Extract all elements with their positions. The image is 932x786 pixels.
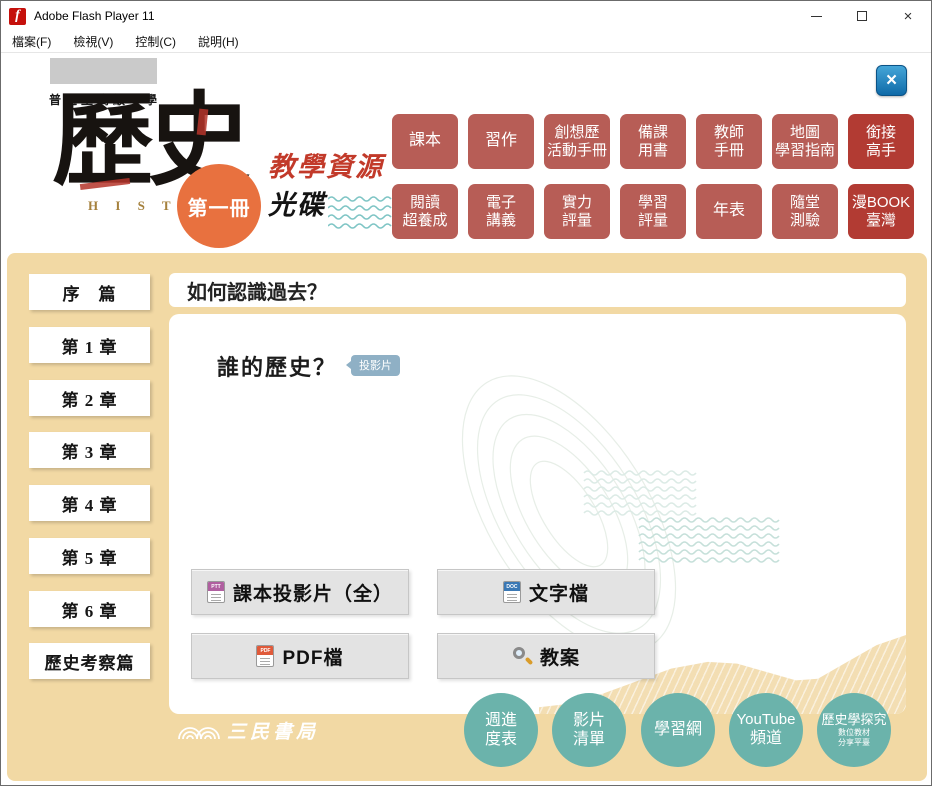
sidebar-item-chapter-3[interactable]: 第 3 章 bbox=[29, 432, 150, 468]
button-lesson-plan[interactable]: 教案 bbox=[437, 633, 655, 679]
volume-badge: 第一冊 bbox=[177, 164, 261, 248]
close-icon: × bbox=[903, 7, 913, 25]
content-panel: 誰的歷史？ 投影片 PTT 課本投影片（全） DOC 文字檔 PDF PDF檔 … bbox=[169, 314, 906, 714]
redacted-area bbox=[50, 58, 157, 84]
sidebar-item-chapter-1[interactable]: 第 1 章 bbox=[29, 327, 150, 363]
button-learning-assessment[interactable]: 學習 評量 bbox=[620, 184, 686, 239]
menu-control[interactable]: 控制(C) bbox=[124, 33, 187, 50]
resource-button-grid: 課本 習作 創想歷 活動手冊 備課 用書 教師 手冊 地圖 學習指南 銜接 高手 閱讀 超養… bbox=[392, 114, 914, 239]
maximize-icon bbox=[857, 11, 867, 21]
magnifier-icon bbox=[512, 646, 534, 666]
sidebar-item-intro[interactable]: 序 篇 bbox=[29, 274, 150, 310]
window-controls: × bbox=[793, 1, 931, 31]
minimize-icon bbox=[810, 15, 822, 17]
sidebar-item-chapter-6[interactable]: 第 6 章 bbox=[29, 591, 150, 627]
button-pdf-file[interactable]: PDF PDF檔 bbox=[191, 633, 409, 679]
button-textbook[interactable]: 課本 bbox=[392, 114, 458, 169]
menu-file[interactable]: 檔案(F) bbox=[1, 33, 62, 50]
maximize-button[interactable] bbox=[839, 1, 885, 31]
flash-player-window: f Adobe Flash Player 11 × 檔案(F) 檢視(V) 控制… bbox=[0, 0, 932, 786]
minimize-button[interactable] bbox=[793, 1, 839, 31]
link-history-inquiry-platform[interactable]: 歷史學探究 數位教材 分享平臺 bbox=[817, 693, 891, 767]
section-title: 如何認識過去？ bbox=[169, 273, 906, 307]
doc-file-icon: DOC bbox=[502, 581, 521, 603]
app-close-button[interactable]: × bbox=[876, 65, 907, 96]
sidebar-item-chapter-4[interactable]: 第 4 章 bbox=[29, 485, 150, 521]
publisher-arches-icon bbox=[178, 727, 220, 740]
button-quiz[interactable]: 隨堂 測驗 bbox=[772, 184, 838, 239]
sidebar-item-field-study[interactable]: 歷史考察篇 bbox=[29, 643, 150, 679]
button-text-file[interactable]: DOC 文字檔 bbox=[437, 569, 655, 615]
publisher-logo: 三民書局 bbox=[177, 715, 319, 745]
publisher-name: 三民書局 bbox=[227, 721, 320, 743]
link-video-list[interactable]: 影片 清單 bbox=[552, 693, 626, 767]
media-type-label: 光碟 bbox=[268, 190, 326, 220]
button-slides-all[interactable]: PTT 課本投影片（全） bbox=[191, 569, 409, 615]
header-section: 普通型高級中學 歷史 H I S T O R Y 第一冊 教學資源 光碟 × 課… bbox=[2, 53, 930, 253]
flash-app-icon: f bbox=[9, 7, 26, 25]
main-frame: 序 篇 第 1 章 第 2 章 第 3 章 第 4 章 第 5 章 第 6 章 … bbox=[7, 253, 927, 781]
link-youtube-channel[interactable]: YouTube 頻道 bbox=[729, 693, 803, 767]
window-title: Adobe Flash Player 11 bbox=[34, 9, 155, 23]
button-bridging-expert[interactable]: 銜接 高手 bbox=[848, 114, 914, 169]
sidebar-item-chapter-5[interactable]: 第 5 章 bbox=[29, 538, 150, 574]
menu-view[interactable]: 檢視(V) bbox=[62, 33, 124, 50]
button-chronology[interactable]: 年表 bbox=[696, 184, 762, 239]
button-activity-handbook[interactable]: 創想歷 活動手冊 bbox=[544, 114, 610, 169]
topic-title: 誰的歷史？ bbox=[217, 355, 338, 380]
button-ability-assessment[interactable]: 實力 評量 bbox=[544, 184, 610, 239]
sidebar-item-chapter-2[interactable]: 第 2 章 bbox=[29, 380, 150, 416]
button-comic-book-taiwan[interactable]: 漫BOOK 臺灣 bbox=[848, 184, 914, 239]
button-e-lecture-notes[interactable]: 電子 講義 bbox=[468, 184, 534, 239]
resource-type-label: 教學資源 bbox=[268, 152, 384, 182]
wave-decoration bbox=[328, 196, 392, 229]
close-button[interactable]: × bbox=[885, 1, 931, 31]
button-map-study-guide[interactable]: 地圖 學習指南 bbox=[772, 114, 838, 169]
title-bar: f Adobe Flash Player 11 × bbox=[1, 1, 931, 31]
link-weekly-schedule[interactable]: 週進 度表 bbox=[464, 693, 538, 767]
button-reading-training[interactable]: 閱讀 超養成 bbox=[392, 184, 458, 239]
link-learning-site[interactable]: 學習網 bbox=[641, 693, 715, 767]
button-teacher-manual[interactable]: 教師 手冊 bbox=[696, 114, 762, 169]
topic-link[interactable]: 誰的歷史？ 投影片 bbox=[217, 350, 401, 382]
ppt-file-icon: PTT bbox=[206, 581, 225, 603]
button-workbook[interactable]: 習作 bbox=[468, 114, 534, 169]
slides-badge[interactable]: 投影片 bbox=[346, 355, 401, 376]
menu-bar: 檔案(F) 檢視(V) 控制(C) 說明(H) bbox=[1, 31, 931, 53]
button-lesson-prep-book[interactable]: 備課 用書 bbox=[620, 114, 686, 169]
menu-help[interactable]: 說明(H) bbox=[187, 33, 250, 50]
pdf-file-icon: PDF bbox=[256, 645, 275, 667]
